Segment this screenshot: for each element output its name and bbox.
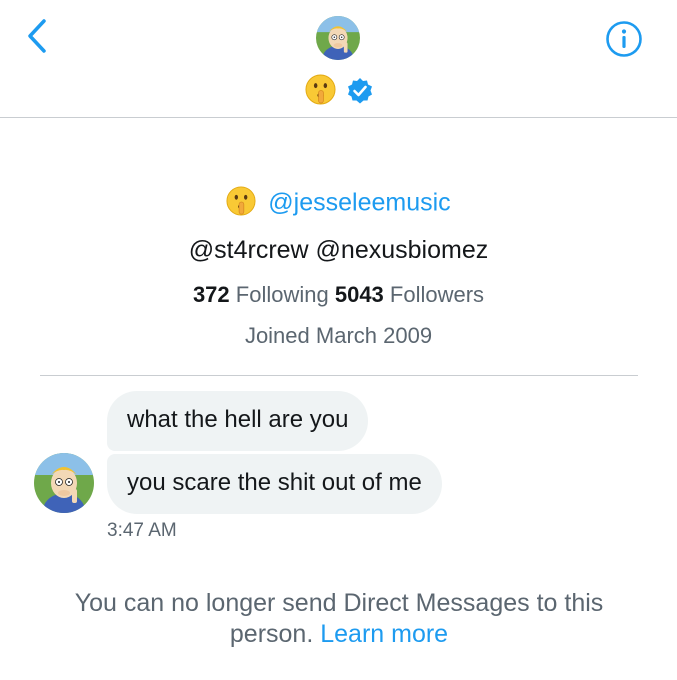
following-label: Following bbox=[235, 282, 329, 307]
dm-disabled-notice: You can no longer send Direct Messages t… bbox=[40, 588, 638, 650]
sender-avatar[interactable] bbox=[34, 453, 94, 513]
profile-stats: 372 Following 5043 Followers bbox=[0, 282, 677, 308]
info-button[interactable] bbox=[605, 20, 643, 58]
shushing-face-emoji bbox=[226, 186, 256, 216]
message-bubble[interactable]: what the hell are you bbox=[107, 391, 369, 451]
bio-mention-link[interactable]: @jesseleemusic bbox=[268, 189, 450, 217]
message-bubble[interactable]: you scare the shit out of me bbox=[107, 454, 442, 514]
dm-conversation-screen: @jesseleemusic @st4rcrew @nexusbiomez 37… bbox=[0, 0, 677, 680]
profile-bio-line: @jesseleemusic bbox=[0, 186, 677, 226]
profile-divider bbox=[40, 375, 638, 376]
joined-date: Joined March 2009 bbox=[244, 323, 433, 348]
following-count: 372 bbox=[192, 282, 230, 307]
conversation-header bbox=[0, 0, 677, 118]
followers-label: Followers bbox=[389, 282, 485, 307]
back-button[interactable] bbox=[24, 18, 54, 54]
learn-more-link[interactable]: Learn more bbox=[320, 620, 448, 648]
avatar[interactable] bbox=[316, 16, 360, 60]
profile-bio-mentions[interactable]: @st4rcrew @nexusbiomez bbox=[0, 236, 677, 265]
message-timestamp: 3:47 AM bbox=[107, 520, 177, 541]
followers-stat[interactable]: 5043 Followers bbox=[335, 282, 484, 307]
followers-count: 5043 bbox=[334, 282, 384, 307]
following-stat[interactable]: 372 Following bbox=[193, 282, 329, 307]
shushing-face-emoji bbox=[305, 74, 336, 105]
verified-badge-icon bbox=[346, 77, 374, 105]
header-divider bbox=[0, 117, 677, 118]
info-icon bbox=[606, 21, 642, 57]
chevron-left-icon bbox=[28, 19, 46, 53]
